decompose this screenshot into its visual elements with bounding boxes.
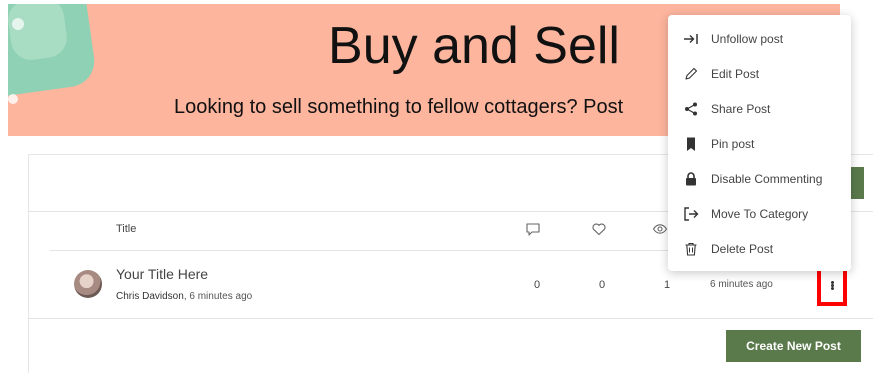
view-count: 1 <box>664 279 671 291</box>
lock-icon <box>682 170 700 188</box>
bookmark-icon <box>682 135 700 153</box>
menu-item-share-post[interactable]: Share Post <box>668 92 851 126</box>
eye-icon <box>652 224 668 234</box>
menu-item-delete-post[interactable]: Delete Post <box>668 232 851 266</box>
post-author[interactable]: Chris Davidson <box>116 291 184 302</box>
page-subtitle: Looking to sell something to fellow cott… <box>174 96 624 118</box>
post-author-time: , 6 minutes ago <box>183 291 253 302</box>
menu-item-label: Unfollow post <box>711 32 784 46</box>
menu-item-label: Move To Category <box>711 207 809 221</box>
avatar[interactable] <box>74 270 102 298</box>
menu-item-label: Disable Commenting <box>711 172 823 186</box>
share-icon <box>682 100 700 118</box>
pencil-icon <box>682 65 700 83</box>
like-count: 0 <box>599 279 606 291</box>
post-meta: Chris Davidson, 6 minutes ago <box>116 291 252 302</box>
heart-icon <box>592 223 606 236</box>
menu-item-label: Share Post <box>711 102 771 116</box>
menu-item-move-to-category[interactable]: Move To Category <box>668 197 851 231</box>
comment-count: 0 <box>534 279 541 291</box>
menu-item-disable-commenting[interactable]: Disable Commenting <box>668 162 851 196</box>
post-options-menu: Unfollow post Edit Post Share Post Pin p… <box>668 15 851 271</box>
post-title-link[interactable]: Your Title Here <box>116 266 208 282</box>
column-title: Title <box>116 223 137 235</box>
menu-item-unfollow-post[interactable]: Unfollow post <box>668 22 851 56</box>
move-icon <box>682 205 700 223</box>
trash-icon <box>682 240 700 258</box>
menu-item-label: Pin post <box>711 137 755 151</box>
post-last-activity: 6 minutes ago <box>710 279 773 290</box>
menu-item-label: Delete Post <box>711 242 774 256</box>
create-new-post-button[interactable]: Create New Post <box>726 330 861 362</box>
menu-item-edit-post[interactable]: Edit Post <box>668 57 851 91</box>
menu-item-pin-post[interactable]: Pin post <box>668 127 851 161</box>
unfollow-icon <box>682 30 700 48</box>
more-vertical-icon <box>830 280 834 290</box>
comment-icon <box>526 223 540 236</box>
menu-item-label: Edit Post <box>711 67 760 81</box>
